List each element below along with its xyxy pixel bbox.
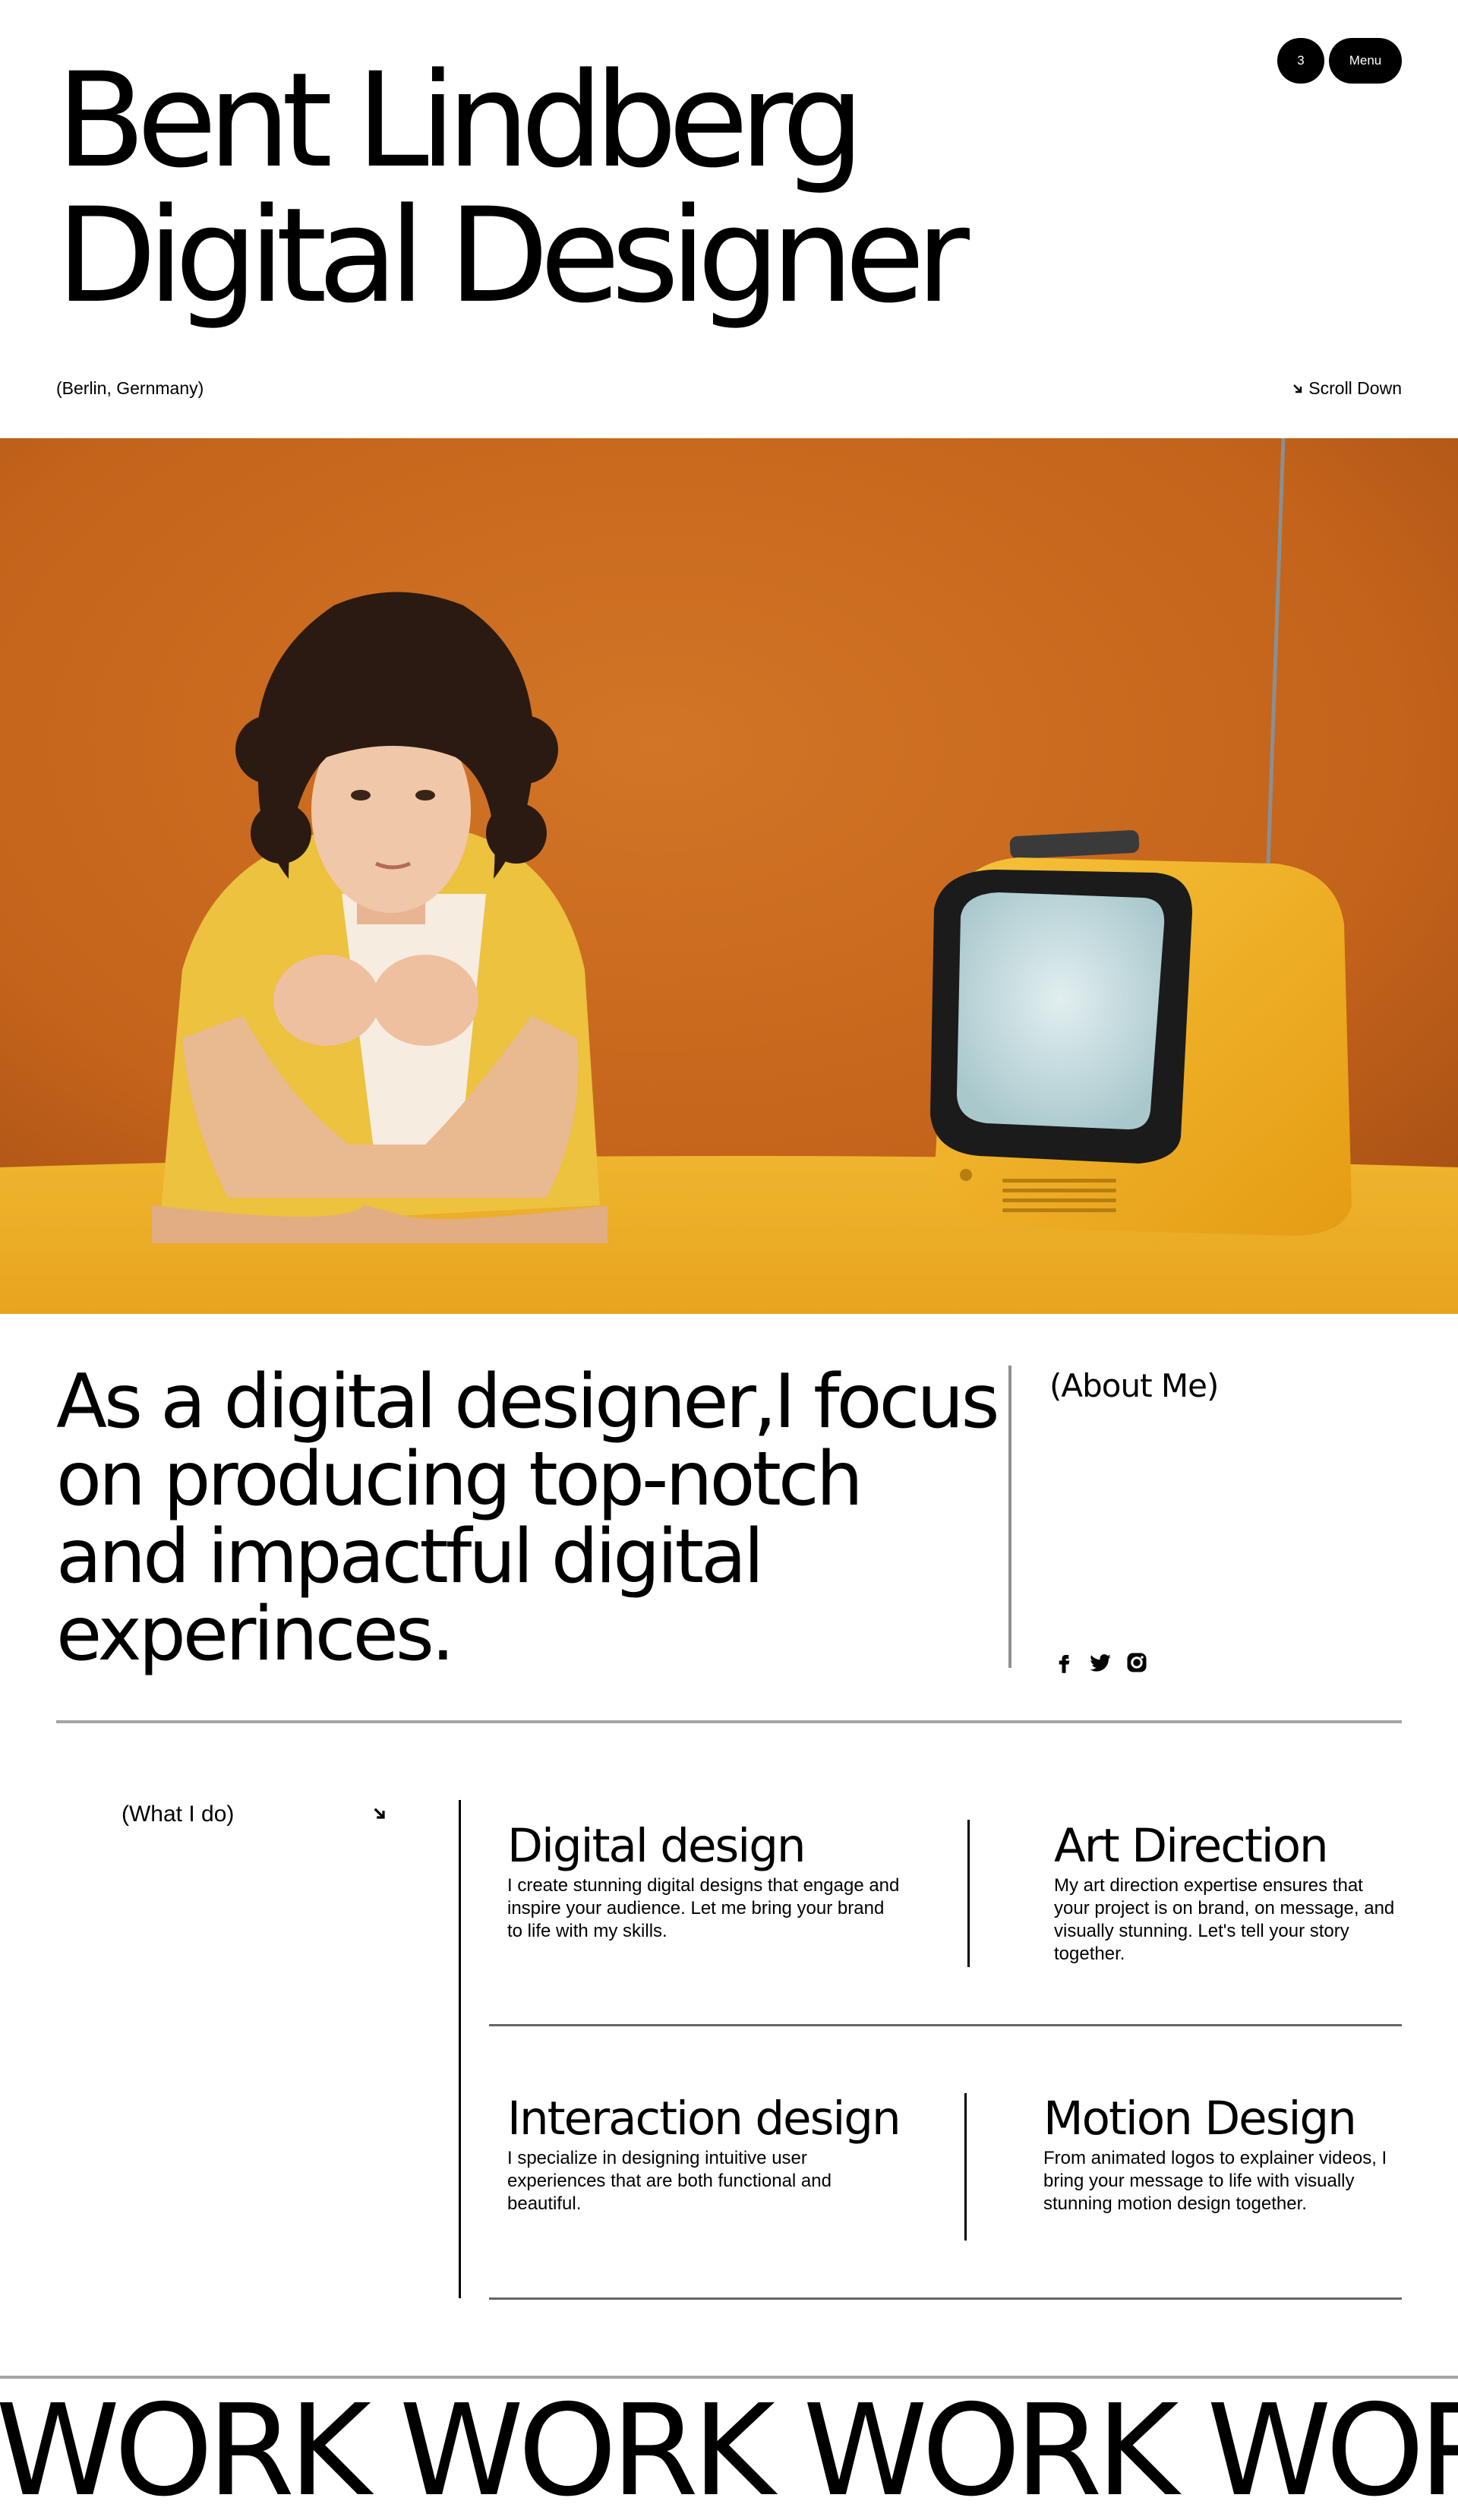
what-i-do-label: (What I do) bbox=[122, 1802, 235, 1827]
service-description: From animated logos to explainer videos,… bbox=[1043, 2148, 1387, 2214]
count-badge-button[interactable]: 3 bbox=[1277, 38, 1324, 84]
section-divider bbox=[56, 1720, 1402, 1723]
service-divider bbox=[967, 1820, 970, 1967]
top-actions: 3 Menu bbox=[1277, 38, 1402, 84]
service-title: Motion Design bbox=[1043, 2092, 1357, 2146]
about-divider bbox=[1008, 1366, 1011, 1668]
portfolio-page: Bent Lindberg Digital Designer 3 Menu (B… bbox=[0, 0, 1458, 2520]
service-card: Digital design I create stunning digital… bbox=[507, 1820, 902, 1943]
service-row-divider bbox=[489, 2297, 1402, 2300]
service-description: I create stunning digital designs that e… bbox=[507, 1875, 900, 1941]
service-row-divider bbox=[489, 2024, 1402, 2026]
service-divider bbox=[964, 2093, 967, 2241]
service-title: Digital design bbox=[507, 1819, 806, 1873]
arrow-down-right-icon bbox=[1293, 384, 1302, 393]
hero-photo bbox=[0, 438, 1458, 1314]
service-description: I specialize in designing intuitive user… bbox=[507, 2148, 832, 2214]
service-title: Interaction design bbox=[507, 2092, 901, 2146]
about-label: (About Me) bbox=[1049, 1367, 1219, 1404]
arrow-down-right-icon bbox=[374, 1808, 385, 1819]
menu-button[interactable]: Menu bbox=[1329, 38, 1402, 84]
service-description: My art direction expertise ensures that … bbox=[1054, 1875, 1395, 1964]
location-text: (Berlin, Gernmany) bbox=[56, 378, 204, 398]
twitter-icon[interactable] bbox=[1089, 1650, 1112, 1675]
services-divider bbox=[459, 1800, 461, 2298]
facebook-icon[interactable] bbox=[1052, 1650, 1075, 1675]
page-title: Bent Lindberg Digital Designer bbox=[56, 44, 970, 332]
scroll-down-link[interactable]: Scroll Down bbox=[1292, 378, 1402, 399]
scroll-down-label: Scroll Down bbox=[1308, 378, 1402, 398]
about-statement: As a digital designer,I focus on produci… bbox=[56, 1359, 1000, 1678]
service-card: Art Direction My art direction expertise… bbox=[1054, 1820, 1403, 1966]
instagram-icon[interactable] bbox=[1125, 1650, 1148, 1675]
hero-image bbox=[0, 438, 1458, 1314]
service-card: Interaction design I specialize in desig… bbox=[507, 2092, 902, 2215]
service-card: Motion Design From animated logos to exp… bbox=[1043, 2092, 1408, 2215]
social-links bbox=[1052, 1650, 1148, 1675]
service-title: Art Direction bbox=[1054, 1819, 1329, 1873]
work-marquee: WORK WORK WORK WORK bbox=[0, 2378, 1458, 2520]
title-role: Digital Designer bbox=[56, 179, 970, 332]
title-name: Bent Lindberg bbox=[56, 44, 865, 197]
